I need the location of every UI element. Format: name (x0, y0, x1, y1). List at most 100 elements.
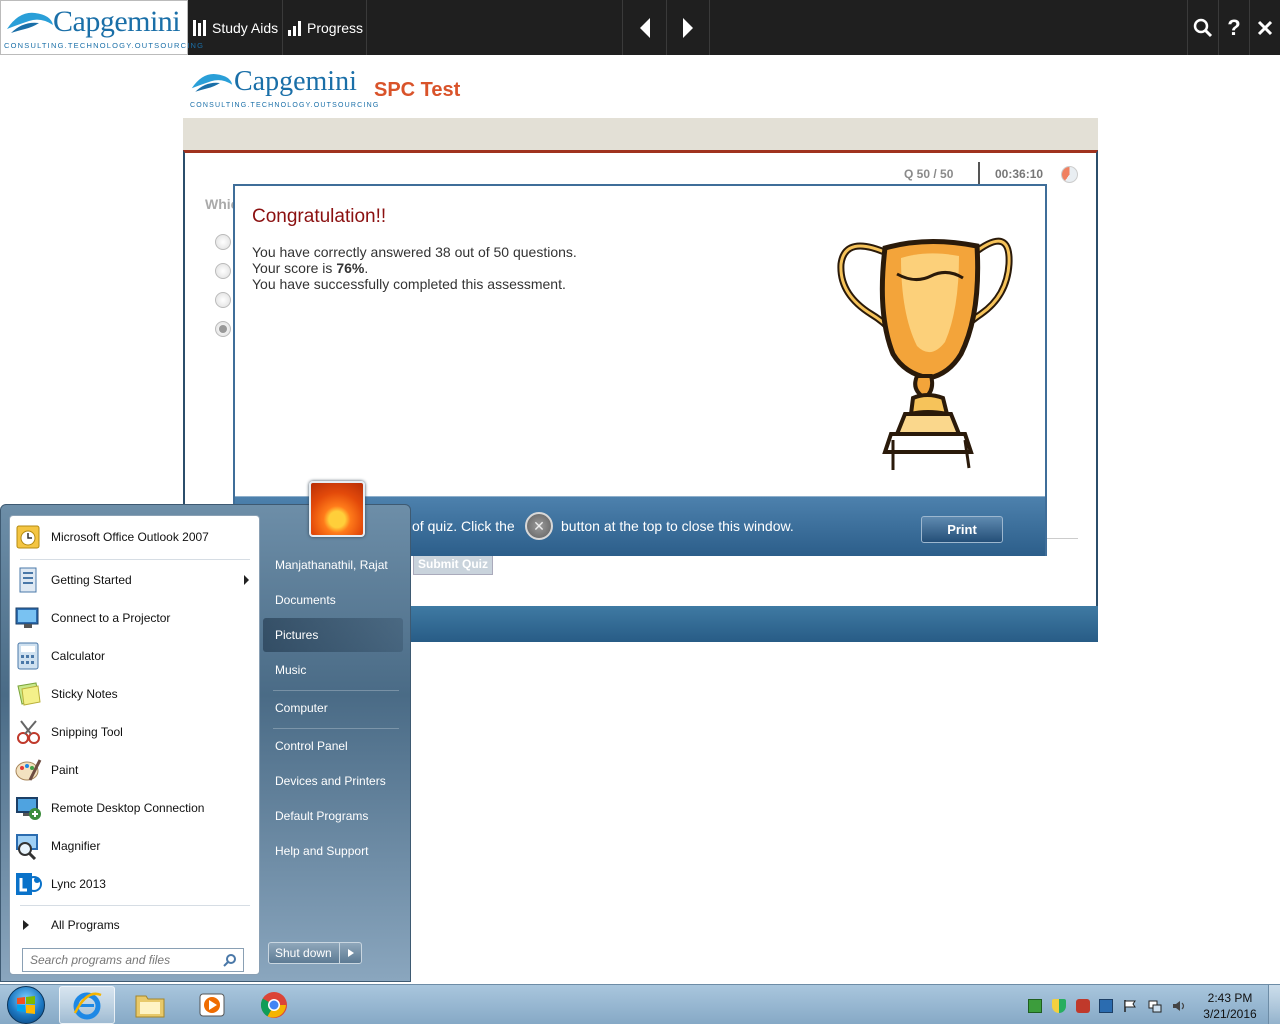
remote-desktop-icon (13, 793, 43, 823)
start-place-help-support[interactable]: Help and Support (263, 834, 403, 868)
search-placeholder: Search programs and files (30, 953, 171, 967)
print-button[interactable]: Print (921, 516, 1003, 543)
taskbar-clock[interactable]: 2:43 PM 3/21/2016 (1198, 990, 1262, 1022)
show-desktop-button[interactable] (1268, 985, 1280, 1024)
progress-icon (288, 20, 301, 36)
clock-time: 2:43 PM (1207, 991, 1253, 1005)
footer-text-start: of quiz. Click the (412, 518, 515, 534)
page-logo-spade-icon (191, 74, 233, 92)
start-item-lync[interactable]: Lync 2013 (13, 866, 257, 902)
page-logo-text: Capgemini (234, 66, 357, 97)
start-item-label: Paint (51, 763, 79, 777)
projector-icon (13, 603, 43, 633)
search-icon (223, 954, 236, 967)
start-item-getting-started[interactable]: Getting Started (13, 562, 257, 598)
start-item-projector[interactable]: Connect to a Projector (13, 600, 257, 636)
paint-icon (13, 755, 43, 785)
start-item-label: Lync 2013 (51, 877, 106, 891)
question-counter: Q 50 / 50 (904, 167, 954, 181)
user-picture[interactable] (309, 481, 365, 537)
start-place-documents[interactable]: Documents (263, 583, 403, 617)
flag-icon[interactable] (1123, 999, 1137, 1013)
taskbar-chrome[interactable] (246, 986, 302, 1024)
arrow-right-icon (683, 17, 693, 38)
start-item-label: Magnifier (51, 839, 101, 853)
next-button[interactable] (666, 0, 710, 55)
start-place-devices-printers[interactable]: Devices and Printers (263, 764, 403, 798)
result-score-line: Your score is 76%. (252, 260, 368, 276)
sticky-notes-icon (13, 679, 43, 709)
header-strip (183, 118, 1098, 150)
divider (20, 559, 250, 560)
score-prefix: Your score is (252, 260, 337, 276)
capgemini-spade-icon (7, 12, 53, 33)
answer-option-radio[interactable] (215, 263, 231, 279)
close-window-icon: ✕ (525, 512, 553, 540)
start-place-pictures[interactable]: Pictures (263, 618, 403, 652)
start-menu-programs-pane: Microsoft Office Outlook 2007 Getting St… (9, 515, 260, 975)
help-button[interactable]: ? (1218, 0, 1249, 55)
start-item-magnifier[interactable]: Magnifier (13, 828, 257, 864)
help-icon: ? (1227, 14, 1241, 40)
taskbar: 2:43 PM 3/21/2016 (0, 984, 1280, 1024)
shield-icon[interactable] (1052, 999, 1066, 1013)
start-item-label: Sticky Notes (51, 687, 118, 701)
start-item-paint[interactable]: Paint (13, 752, 257, 788)
start-place-user[interactable]: Manjathanathil, Rajat (263, 548, 403, 582)
app-top-bar: Capgemini CONSULTING.TECHNOLOGY.OUTSOURC… (0, 0, 1280, 55)
start-item-label: Getting Started (51, 573, 132, 587)
all-programs-label: All Programs (51, 918, 120, 932)
search-button[interactable] (1187, 0, 1218, 55)
shutdown-button[interactable]: Shut down (268, 942, 362, 964)
taskbar-media-player[interactable] (184, 986, 240, 1024)
chrome-icon (260, 992, 287, 1018)
antivirus-icon[interactable] (1076, 999, 1090, 1013)
taskbar-internet-explorer[interactable] (59, 986, 115, 1024)
start-menu: Microsoft Office Outlook 2007 Getting St… (0, 481, 411, 982)
close-app-button[interactable] (1249, 0, 1280, 55)
chevron-right-icon (347, 949, 354, 957)
trophy-icon (837, 237, 1013, 470)
footer-text-end: button at the top to close this window. (561, 518, 794, 534)
dialog-title: Congratulation!! (252, 206, 387, 227)
start-place-default-programs[interactable]: Default Programs (263, 799, 403, 833)
shutdown-label: Shut down (275, 946, 332, 960)
start-item-sticky-notes[interactable]: Sticky Notes (13, 676, 257, 712)
progress-button[interactable]: Progress (283, 0, 367, 55)
start-place-music[interactable]: Music (263, 653, 403, 687)
page-logo-tagline: CONSULTING.TECHNOLOGY.OUTSOURCING (190, 102, 380, 109)
logo-tagline: CONSULTING.TECHNOLOGY.OUTSOURCING (4, 41, 205, 50)
answer-option-radio[interactable] (215, 292, 231, 308)
close-icon (1257, 20, 1273, 35)
start-place-control-panel[interactable]: Control Panel (263, 729, 403, 763)
answer-option-radio[interactable] (215, 234, 231, 250)
logo-text: Capgemini (53, 5, 181, 38)
previous-button[interactable] (622, 0, 666, 55)
start-place-computer[interactable]: Computer (263, 691, 403, 725)
start-item-remote-desktop[interactable]: Remote Desktop Connection (13, 790, 257, 826)
network-icon[interactable] (1148, 999, 1162, 1013)
lync-icon (13, 869, 43, 899)
tray-app-icon[interactable] (1028, 999, 1042, 1013)
internet-explorer-icon (73, 992, 102, 1020)
divider (20, 905, 250, 906)
study-aids-button[interactable]: Study Aids (188, 0, 283, 55)
submit-quiz-button[interactable]: Submit Quiz (413, 553, 493, 575)
volume-icon[interactable] (1172, 999, 1186, 1013)
start-item-outlook[interactable]: Microsoft Office Outlook 2007 (13, 519, 257, 555)
calculator-icon (13, 641, 43, 671)
quiz-timer: 00:36:10 (995, 167, 1044, 181)
media-player-icon (199, 993, 225, 1017)
all-programs-arrow-icon (23, 920, 29, 930)
start-item-calculator[interactable]: Calculator (13, 638, 257, 674)
score-value: 76% (336, 260, 365, 276)
start-item-snipping-tool[interactable]: Snipping Tool (13, 714, 257, 750)
start-button[interactable] (4, 985, 48, 1024)
answer-option-radio[interactable] (215, 321, 231, 337)
shutdown-options-button[interactable] (339, 943, 361, 963)
start-search-input[interactable]: Search programs and files (22, 948, 244, 972)
clock-date: 3/21/2016 (1203, 1007, 1257, 1021)
all-programs-button[interactable]: All Programs (13, 911, 257, 939)
display-icon[interactable] (1099, 999, 1113, 1013)
taskbar-explorer[interactable] (122, 986, 178, 1024)
